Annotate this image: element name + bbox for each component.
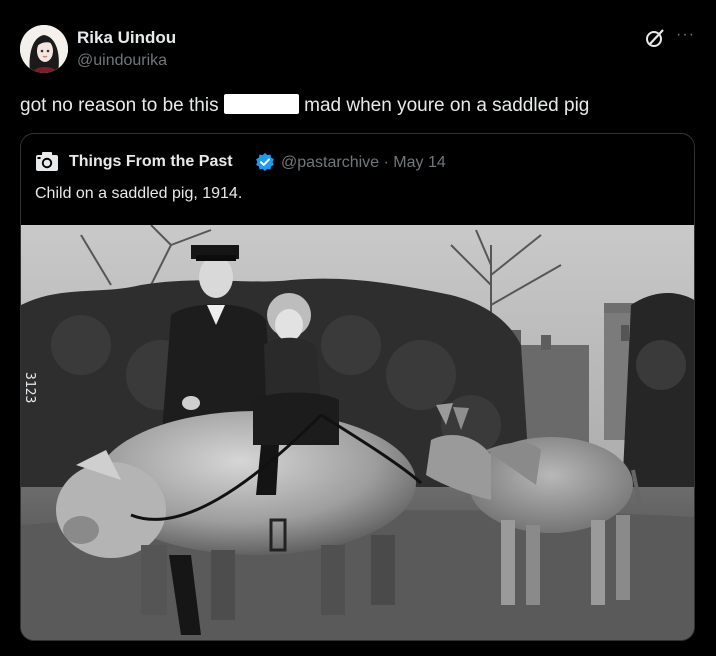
quoted-tweet[interactable]: Things From the Past @pastarchive · May … xyxy=(20,133,695,641)
quoted-date[interactable]: May 14 xyxy=(393,154,445,171)
camera-icon xyxy=(36,152,58,171)
avatar[interactable] xyxy=(20,25,68,73)
quoted-handle[interactable]: @pastarchive xyxy=(281,154,379,171)
verified-badge-icon xyxy=(256,152,274,172)
quoted-author-name[interactable]: Things From the Past xyxy=(69,153,233,171)
tweet-text: got no reason to be this mad when youre … xyxy=(20,94,589,117)
quoted-photo[interactable]: 3123 xyxy=(21,225,694,641)
redaction-box xyxy=(223,94,299,114)
quoted-meta: @pastarchive · May 14 xyxy=(281,154,446,172)
avatar-image xyxy=(20,25,68,73)
quoted-text: Child on a saddled pig, 1914. xyxy=(35,185,243,202)
tweet-text-end: mad when youre on a saddled pig xyxy=(304,95,590,116)
meta-separator: · xyxy=(383,154,389,171)
author-handle[interactable]: @uindourika xyxy=(77,52,167,70)
grok-icon[interactable] xyxy=(644,27,666,49)
more-icon[interactable]: ··· xyxy=(676,26,695,44)
photo-stamp: 3123 xyxy=(22,372,37,403)
tweet-text-start: got no reason to be this xyxy=(20,95,219,116)
author-name[interactable]: Rika Uindou xyxy=(77,28,176,48)
tweet: Rika Uindou @uindourika ··· got no reaso… xyxy=(0,0,716,656)
